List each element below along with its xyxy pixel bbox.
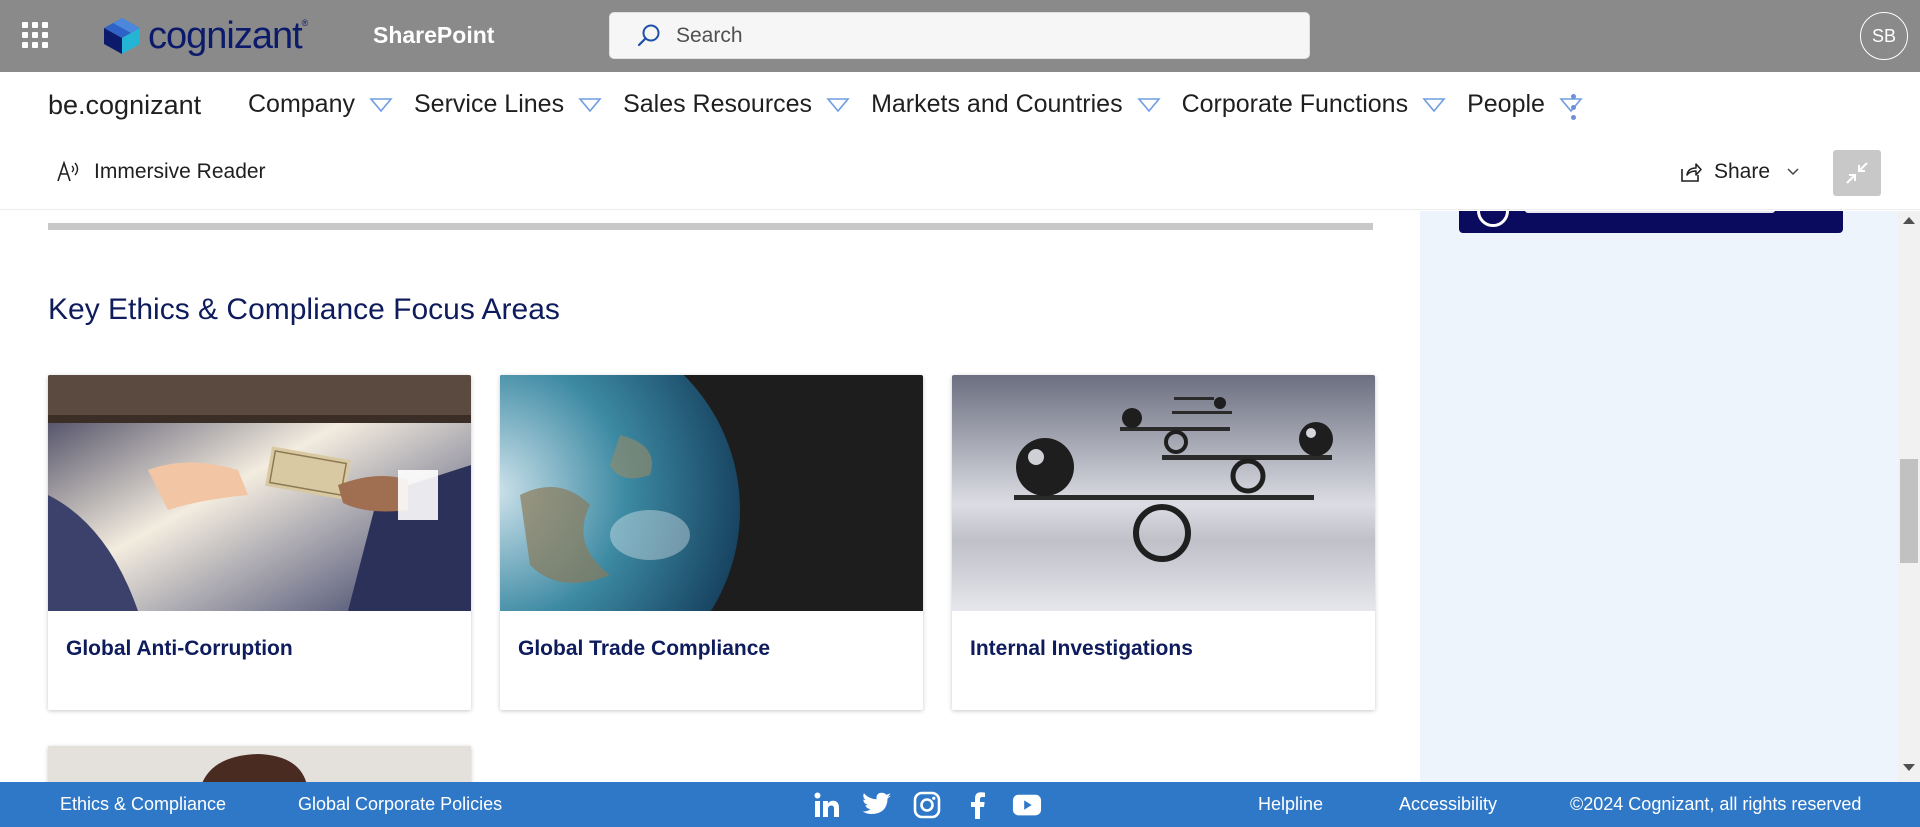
user-avatar[interactable]: SB [1860, 12, 1908, 60]
share-button[interactable]: Share [1678, 160, 1800, 184]
search-input[interactable] [676, 23, 1236, 48]
handing-money-image [48, 375, 471, 611]
footer-link-accessibility[interactable]: Accessibility [1399, 794, 1497, 815]
footer-link-corporate-policies[interactable]: Global Corporate Policies [298, 794, 502, 815]
more-options-icon[interactable] [1566, 94, 1580, 120]
nav-item-label: Service Lines [414, 90, 565, 118]
chevron-down-icon[interactable] [1136, 97, 1161, 113]
collapse-content-button[interactable] [1833, 150, 1881, 196]
footer: Ethics & Compliance Global Corporate Pol… [0, 782, 1920, 827]
share-icon [1681, 163, 1702, 182]
app-launcher-icon[interactable] [20, 20, 50, 50]
nav-item-service-lines[interactable]: Service Lines [414, 90, 602, 119]
chevron-down-icon[interactable] [369, 97, 393, 113]
immersive-reader-label: Immersive Reader [94, 160, 266, 183]
button-text-cropped [1525, 211, 1775, 213]
card-label: Internal Investigations [970, 637, 1193, 660]
instagram-icon[interactable] [912, 790, 942, 820]
share-label: Share [1714, 160, 1771, 183]
section-divider [48, 223, 1373, 230]
section-title: Key Ethics & Compliance Focus Areas [48, 293, 560, 326]
immersive-reader-icon [57, 160, 79, 182]
logo-trademark: ® [301, 18, 309, 28]
right-sidebar [1420, 211, 1900, 782]
immersive-reader-button[interactable]: Immersive Reader [56, 160, 266, 184]
balance-spheres-image [952, 375, 1375, 611]
sidebar-action-button[interactable] [1459, 211, 1843, 233]
globe-icon [1477, 211, 1509, 227]
facebook-icon[interactable] [962, 790, 992, 820]
suite-bar: cognizant ® SharePoint SB [0, 0, 1920, 72]
youtube-icon[interactable] [1012, 790, 1042, 820]
nav-item-label: Company [248, 90, 355, 118]
search-box[interactable] [609, 12, 1310, 59]
search-icon [637, 24, 660, 46]
card-label: Global Trade Compliance [518, 637, 771, 660]
card-label: Global Anti-Corruption [66, 637, 293, 660]
page-scrollbar[interactable] [1898, 211, 1920, 782]
focus-area-card-internal-investigations[interactable]: Internal Investigations [952, 375, 1375, 710]
app-title[interactable]: SharePoint [373, 22, 494, 49]
top-nav-list: Company Service Lines Sales Resources Ma… [248, 90, 1604, 119]
scroll-down-arrow-icon[interactable] [1903, 764, 1915, 771]
footer-link-ethics-compliance[interactable]: Ethics & Compliance [60, 794, 226, 815]
cognizant-logo[interactable]: cognizant ® [100, 14, 308, 58]
footer-link-helpline[interactable]: Helpline [1258, 794, 1323, 815]
nav-item-company[interactable]: Company [248, 90, 393, 119]
nav-item-label: Corporate Functions [1181, 90, 1409, 118]
logo-wordmark: cognizant [148, 14, 303, 57]
site-name[interactable]: be.cognizant [48, 90, 201, 121]
nav-item-sales-resources[interactable]: Sales Resources [623, 90, 850, 119]
nav-item-label: Markets and Countries [871, 90, 1123, 118]
focus-area-card-anti-corruption[interactable]: Global Anti-Corruption [48, 375, 471, 710]
chevron-down-icon[interactable] [1422, 97, 1446, 113]
linkedin-icon[interactable] [812, 790, 842, 820]
twitter-icon[interactable] [862, 790, 892, 820]
nav-item-label: Sales Resources [623, 90, 813, 118]
collapse-icon [1846, 162, 1868, 184]
social-links [812, 790, 1062, 820]
focus-area-card-partial[interactable] [48, 746, 471, 782]
focus-area-card-trade-compliance[interactable]: Global Trade Compliance [500, 375, 923, 710]
main-content: Key Ethics & Compliance Focus Areas Glob… [0, 211, 1420, 782]
nav-item-label: People [1467, 90, 1545, 118]
chevron-down-icon[interactable] [826, 97, 850, 113]
chevron-down-icon[interactable] [578, 97, 602, 113]
site-navigation: be.cognizant Company Service Lines Sales… [0, 72, 1920, 140]
earth-globe-image [500, 375, 923, 611]
nav-item-markets-and-countries[interactable]: Markets and Countries [871, 90, 1161, 119]
command-bar: Immersive Reader Share [0, 140, 1920, 210]
footer-copyright: ©2024 Cognizant, all rights reserved [1570, 794, 1862, 814]
chevron-down-icon[interactable] [1786, 167, 1800, 177]
nav-item-corporate-functions[interactable]: Corporate Functions [1182, 90, 1447, 119]
scrollbar-thumb[interactable] [1900, 459, 1918, 563]
cognizant-logo-mark-icon [104, 18, 140, 54]
scroll-up-arrow-icon[interactable] [1903, 217, 1915, 224]
